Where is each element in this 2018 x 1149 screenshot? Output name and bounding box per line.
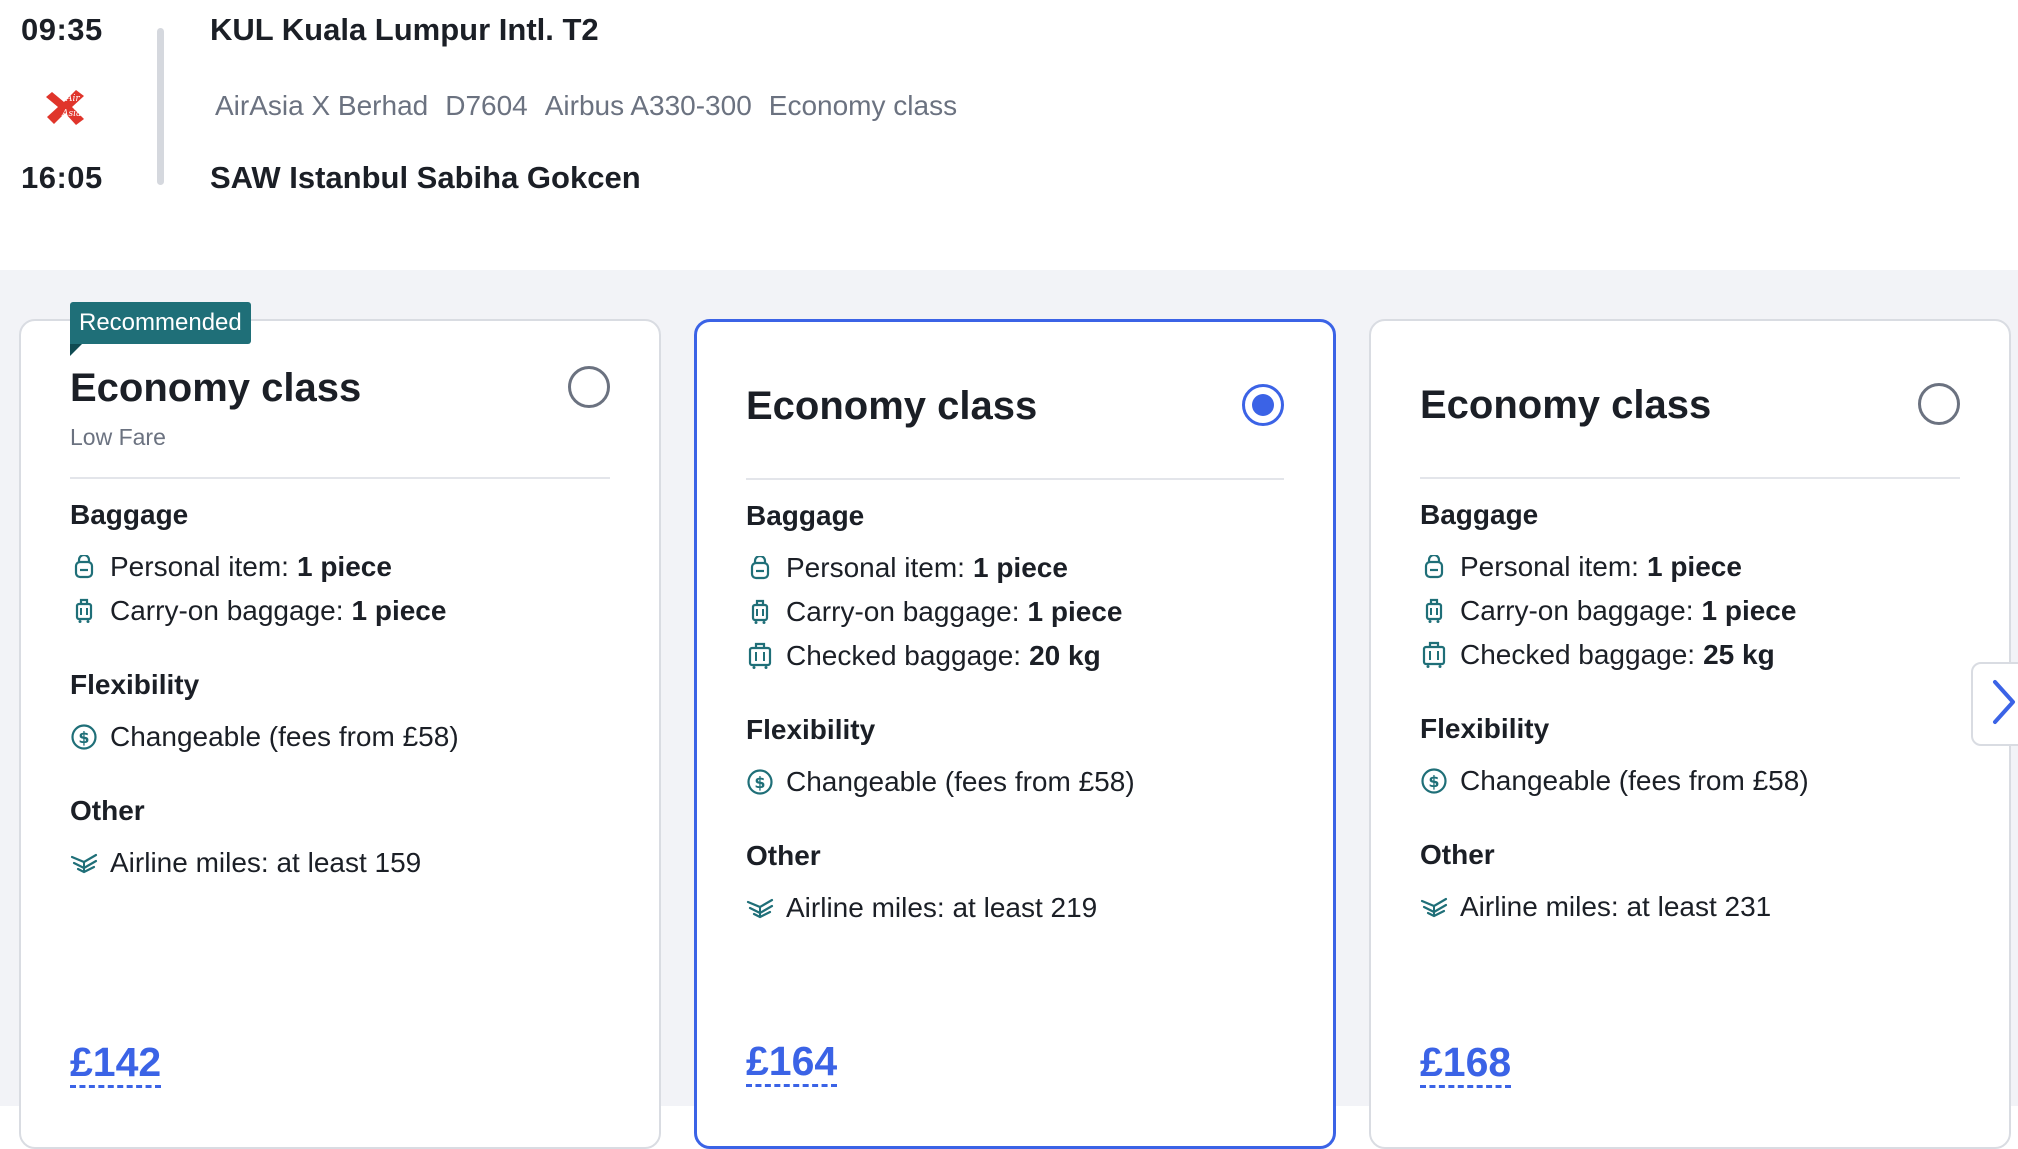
airasia-logo-icon: Air Asia	[44, 86, 90, 128]
fare-title: Economy class	[70, 366, 362, 410]
carry-on-bag-icon	[1420, 597, 1448, 625]
svg-text:Air: Air	[65, 94, 80, 104]
fare-details: Baggage Personal item: 1 piece Carry-on …	[70, 499, 619, 885]
baggage-heading: Baggage	[70, 499, 189, 530]
other-heading: Other	[1420, 839, 1495, 870]
flexibility-heading: Flexibility	[70, 669, 200, 700]
carry-on-label: Carry-on baggage:	[786, 596, 1020, 627]
personal-item-row: Personal item: 1 piece	[746, 546, 1293, 590]
carry-on-row: Carry-on baggage: 1 piece	[70, 589, 619, 633]
dollar-circle-icon: $	[70, 723, 98, 751]
fare-details: Baggage Personal item: 1 piece Carry-on …	[1420, 499, 1969, 929]
flight-details: AirAsia X Berhad D7604 Airbus A330-300 E…	[215, 90, 957, 122]
arrival-airport: SAW Istanbul Sabiha Gokcen	[210, 160, 641, 195]
carry-on-bag-icon	[70, 597, 98, 625]
chevron-right-icon	[1991, 678, 2017, 731]
personal-item-label: Personal item:	[1460, 551, 1639, 582]
flexibility-row: $ Changeable (fees from £58)	[1420, 759, 1969, 803]
airline-miles-icon	[1420, 893, 1448, 921]
other-heading: Other	[746, 840, 821, 871]
baggage-heading: Baggage	[1420, 499, 1539, 530]
personal-item-row: Personal item: 1 piece	[70, 545, 619, 589]
carry-on-value: 1 piece	[1027, 596, 1123, 627]
airline-miles-icon	[746, 894, 774, 922]
personal-item-label: Personal item:	[786, 552, 965, 583]
miles-row: Airline miles: at least 219	[746, 886, 1293, 930]
miles-text: Airline miles: at least 231	[1460, 891, 1772, 922]
checked-baggage-row: Checked baggage: 20 kg	[746, 634, 1293, 678]
carry-on-value: 1 piece	[1701, 595, 1797, 626]
carry-on-row: Carry-on baggage: 1 piece	[746, 590, 1293, 634]
miles-row: Airline miles: at least 231	[1420, 885, 1969, 929]
fare-price[interactable]: £168	[1420, 1039, 1512, 1088]
fare-name: Low Fare	[70, 424, 166, 450]
suitcase-icon	[1420, 641, 1448, 669]
dollar-circle-icon: $	[746, 768, 774, 796]
checked-baggage-label: Checked baggage:	[786, 640, 1022, 671]
arrival-time: 16:05	[21, 160, 103, 195]
flexibility-heading: Flexibility	[1420, 713, 1550, 744]
svg-text:$: $	[78, 728, 89, 747]
suitcase-icon	[746, 642, 774, 670]
departure-time: 09:35	[21, 12, 103, 47]
personal-item-label: Personal item:	[110, 551, 289, 582]
carry-on-bag-icon	[746, 598, 774, 626]
fare-price[interactable]: £164	[746, 1038, 838, 1087]
flexibility-text: Changeable (fees from £58)	[1460, 765, 1809, 796]
personal-item-value: 1 piece	[296, 551, 392, 582]
flexibility-row: $ Changeable (fees from £58)	[70, 715, 619, 759]
divider	[70, 477, 610, 479]
cabin-class: Economy class	[768, 90, 958, 121]
miles-row: Airline miles: at least 159	[70, 841, 619, 885]
flight-number: D7604	[445, 90, 528, 121]
carry-on-label: Carry-on baggage:	[110, 595, 344, 626]
flight-timeline	[157, 28, 164, 185]
flexibility-text: Changeable (fees from £58)	[786, 766, 1135, 797]
next-fares-button[interactable]	[1971, 662, 2018, 746]
airline-miles-icon	[70, 849, 98, 877]
fare-title: Economy class	[1420, 383, 1712, 427]
checked-baggage-value: 20 kg	[1029, 640, 1101, 671]
fare-radio-selected[interactable]	[1242, 384, 1284, 426]
fare-details: Baggage Personal item: 1 piece Carry-on …	[746, 500, 1293, 930]
carry-on-label: Carry-on baggage:	[1460, 595, 1694, 626]
fare-card-standard[interactable]: Economy class Baggage Personal item: 1 p…	[694, 319, 1336, 1149]
checked-baggage-label: Checked baggage:	[1460, 639, 1696, 670]
flexibility-heading: Flexibility	[746, 714, 876, 745]
fare-options: Recommended Economy class Low Fare Bagga…	[0, 270, 2018, 1149]
recommended-badge: Recommended	[70, 302, 251, 356]
baggage-heading: Baggage	[746, 500, 865, 531]
other-heading: Other	[70, 795, 145, 826]
airline-name: AirAsia X Berhad	[215, 90, 429, 121]
miles-text: Airline miles: at least 219	[786, 892, 1098, 923]
departure-airport: KUL Kuala Lumpur Intl. T2	[210, 12, 599, 47]
personal-item-row: Personal item: 1 piece	[1420, 545, 1969, 589]
miles-text: Airline miles: at least 159	[110, 847, 422, 878]
checked-baggage-row: Checked baggage: 25 kg	[1420, 633, 1969, 677]
personal-item-value: 1 piece	[1646, 551, 1742, 582]
fare-title: Economy class	[746, 384, 1038, 428]
divider	[1420, 477, 1960, 479]
svg-text:Asia: Asia	[61, 109, 81, 119]
carry-on-value: 1 piece	[351, 595, 447, 626]
divider	[746, 478, 1284, 480]
backpack-icon	[746, 554, 774, 582]
backpack-icon	[70, 553, 98, 581]
flexibility-text: Changeable (fees from £58)	[110, 721, 459, 752]
fare-price[interactable]: £142	[70, 1039, 162, 1088]
svg-text:$: $	[754, 773, 765, 792]
fare-radio[interactable]	[1918, 383, 1960, 425]
flight-summary: 09:35 Air Asia 16:05 KUL Kuala Lumpur In…	[0, 0, 2018, 270]
carry-on-row: Carry-on baggage: 1 piece	[1420, 589, 1969, 633]
dollar-circle-icon: $	[1420, 767, 1448, 795]
fare-card-low-fare[interactable]: Recommended Economy class Low Fare Bagga…	[19, 302, 661, 1149]
aircraft-type: Airbus A330-300	[544, 90, 752, 121]
fare-card-flex[interactable]: Economy class Baggage Personal item: 1 p…	[1369, 319, 2011, 1149]
checked-baggage-value: 25 kg	[1703, 639, 1775, 670]
fare-radio[interactable]	[568, 366, 610, 408]
svg-text:$: $	[1428, 772, 1439, 791]
backpack-icon	[1420, 553, 1448, 581]
flexibility-row: $ Changeable (fees from £58)	[746, 760, 1293, 804]
personal-item-value: 1 piece	[972, 552, 1068, 583]
